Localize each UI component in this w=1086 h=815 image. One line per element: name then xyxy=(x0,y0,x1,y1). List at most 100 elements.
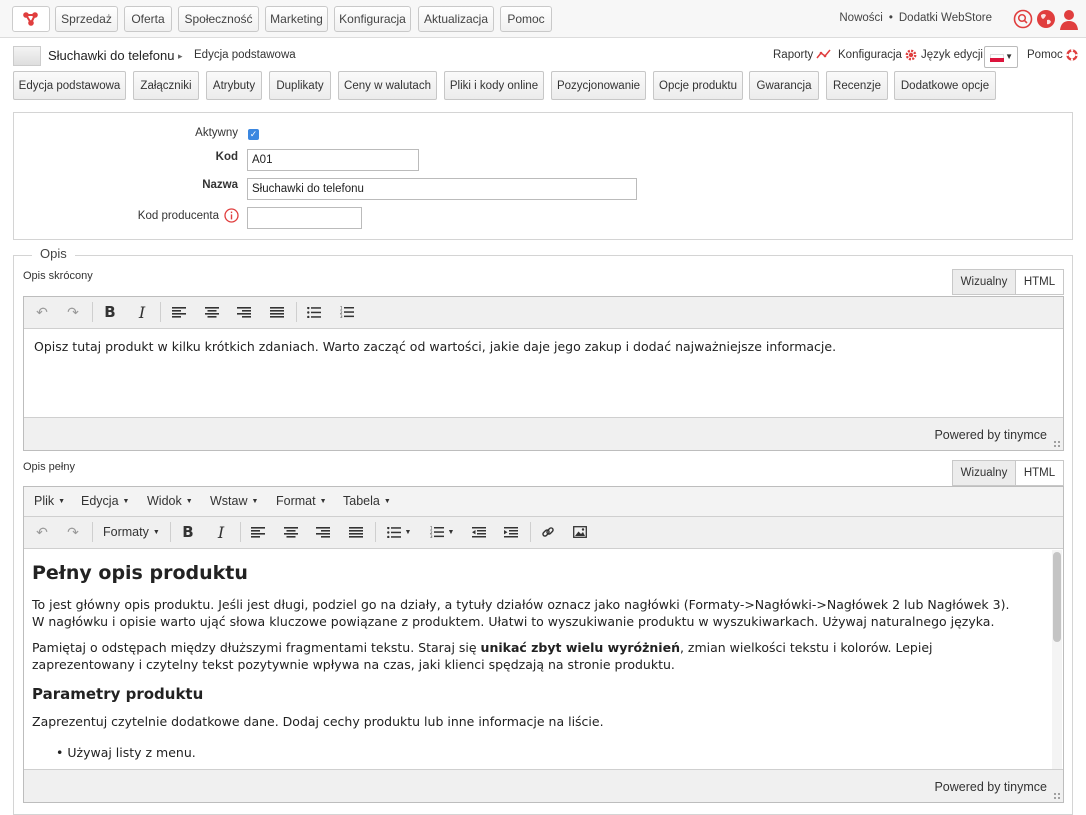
chevron-down-icon: ▼ xyxy=(58,497,66,505)
info-icon[interactable] xyxy=(224,208,239,223)
help-link[interactable]: Pomoc xyxy=(1027,49,1078,61)
align-right-icon[interactable] xyxy=(309,517,337,547)
short-editor-toolbar: ↶ ↷ B I 123 xyxy=(24,297,1063,329)
redo-icon[interactable]: ↷ xyxy=(59,517,87,547)
tab-atrybuty[interactable]: Atrybuty xyxy=(206,71,262,100)
top-navbar: Sprzedaż Oferta Społeczność Marketing Ko… xyxy=(0,0,1086,38)
name-field[interactable] xyxy=(247,178,637,200)
logo-icon xyxy=(22,11,40,27)
menu-plik[interactable]: Plik ▼ xyxy=(34,487,65,515)
outdent-icon[interactable] xyxy=(465,517,493,547)
svg-text:3: 3 xyxy=(340,314,343,318)
image-icon[interactable] xyxy=(566,517,594,547)
active-checkbox[interactable]: ✓ xyxy=(248,129,259,140)
resize-grip-icon[interactable] xyxy=(1053,792,1061,800)
chevron-down-icon: ▼ xyxy=(251,497,259,505)
breadcrumb-arrow-icon: ▸ xyxy=(178,51,183,61)
code-label: Kod xyxy=(215,151,238,163)
nav-pomoc[interactable]: Pomoc xyxy=(500,6,552,32)
nav-aktualizacja[interactable]: Aktualizacja xyxy=(418,6,494,32)
content-paragraph-2: Pamiętaj o odstępach między dłuższymi fr… xyxy=(32,640,933,672)
indent-icon[interactable] xyxy=(497,517,525,547)
short-editor-content[interactable]: Opisz tutaj produkt w kilku krótkich zda… xyxy=(24,330,1063,416)
undo-icon[interactable]: ↶ xyxy=(28,297,56,327)
short-description-text: Opisz tutaj produkt w kilku krótkich zda… xyxy=(34,339,837,354)
search-icon[interactable] xyxy=(1013,9,1033,29)
config-link[interactable]: Konfiguracja xyxy=(838,49,917,61)
help-label: Pomoc xyxy=(1027,49,1063,62)
tab-ceny-w-walutach[interactable]: Ceny w walutach xyxy=(338,71,437,100)
numbered-list-icon[interactable]: 123 xyxy=(333,297,361,327)
addons-link[interactable]: Dodatki WebStore xyxy=(899,12,992,24)
full-editor-content[interactable]: Pełny opis produktu To jest główny opis … xyxy=(24,550,1063,771)
logo-button[interactable] xyxy=(12,6,50,32)
tab-edycja-podstawowa[interactable]: Edycja podstawowa xyxy=(13,71,126,100)
nav-konfiguracja[interactable]: Konfiguracja xyxy=(334,6,411,32)
tab-duplikaty[interactable]: Duplikaty xyxy=(269,71,331,100)
menu-wstaw[interactable]: Wstaw ▼ xyxy=(210,487,258,515)
editor-scrollbar[interactable] xyxy=(1052,550,1062,771)
reports-link[interactable]: Raporty xyxy=(773,49,832,61)
redo-icon[interactable]: ↷ xyxy=(59,297,87,327)
short-visual-tab[interactable]: Wizualny xyxy=(952,269,1016,295)
nav-oferta[interactable]: Oferta xyxy=(124,6,172,32)
full-visual-tab[interactable]: Wizualny xyxy=(952,460,1016,486)
formats-dropdown[interactable]: Formaty ▼ xyxy=(103,517,160,547)
bold-icon[interactable]: B xyxy=(174,517,202,547)
code-field[interactable] xyxy=(247,149,419,171)
tab-opcje-produktu[interactable]: Opcje produktu xyxy=(653,71,743,100)
menu-tabela[interactable]: Tabela ▼ xyxy=(343,487,391,515)
reports-label: Raporty xyxy=(773,49,814,61)
news-link[interactable]: Nowości xyxy=(839,12,882,24)
full-description-editor: Plik ▼ Edycja ▼ Widok ▼ Wstaw ▼ Format ▼ Tabe… xyxy=(23,486,1064,803)
tab-pliki-i-kody[interactable]: Pliki i kody online xyxy=(444,71,544,100)
numbered-list-icon[interactable]: 1 2 3 ▼ xyxy=(422,517,462,547)
language-select[interactable]: ▼ xyxy=(984,46,1018,68)
nav-sprzedaz[interactable]: Sprzedaż xyxy=(55,6,118,32)
align-justify-icon[interactable] xyxy=(342,517,370,547)
name-label: Nazwa xyxy=(202,179,238,191)
menu-edycja[interactable]: Edycja ▼ xyxy=(81,487,129,515)
italic-icon[interactable]: I xyxy=(128,297,156,327)
align-center-icon[interactable] xyxy=(198,297,226,327)
full-html-tab[interactable]: HTML xyxy=(1015,460,1064,486)
powered-by-label: Powered by tinymce xyxy=(934,428,1047,442)
bullet-list-icon[interactable]: ▼ xyxy=(379,517,419,547)
nav-spolecznosc[interactable]: Społeczność xyxy=(178,6,259,32)
producer-code-field[interactable] xyxy=(247,207,362,229)
align-left-icon[interactable] xyxy=(244,517,272,547)
short-html-tab[interactable]: HTML xyxy=(1015,269,1064,295)
lifebuoy-icon xyxy=(1066,49,1078,61)
nav-marketing[interactable]: Marketing xyxy=(265,6,328,32)
user-icon[interactable] xyxy=(1059,9,1079,30)
menu-widok[interactable]: Widok ▼ xyxy=(147,487,193,515)
tab-gwarancja[interactable]: Gwarancja xyxy=(749,71,819,100)
separator: • xyxy=(888,12,893,24)
content-paragraph-1: To jest główny opis produktu. Jeśli jest… xyxy=(32,597,1010,629)
short-editor-statusbar: Powered by tinymce xyxy=(24,417,1063,450)
producer-code-label: Kod producenta xyxy=(137,210,219,222)
undo-icon[interactable]: ↶ xyxy=(28,517,56,547)
globe-icon[interactable] xyxy=(1036,9,1056,29)
content-emphasis: unikać zbyt wielu wyróżnień xyxy=(480,640,680,655)
resize-grip-icon[interactable] xyxy=(1053,440,1061,448)
chevron-down-icon: ▼ xyxy=(319,497,327,505)
align-left-icon[interactable] xyxy=(165,297,193,327)
link-icon[interactable] xyxy=(534,517,562,547)
align-justify-icon[interactable] xyxy=(263,297,291,327)
tab-zalaczniki[interactable]: Załączniki xyxy=(133,71,199,100)
tab-dodatkowe-opcje[interactable]: Dodatkowe opcje xyxy=(894,71,996,100)
tab-pozycjonowanie[interactable]: Pozycjonowanie xyxy=(551,71,646,100)
bullet-list-icon[interactable] xyxy=(300,297,328,327)
powered-by-label: Powered by tinymce xyxy=(934,780,1047,794)
align-center-icon[interactable] xyxy=(277,517,305,547)
scrollbar-thumb[interactable] xyxy=(1053,552,1061,642)
config-label: Konfiguracja xyxy=(838,49,902,62)
tab-recenzje[interactable]: Recenzje xyxy=(826,71,888,100)
bold-icon[interactable]: B xyxy=(96,297,124,327)
align-right-icon[interactable] xyxy=(230,297,258,327)
menu-format[interactable]: Format ▼ xyxy=(276,487,327,515)
chevron-down-icon: ▼ xyxy=(383,497,391,505)
content-subheading: Parametry produktu xyxy=(32,685,204,703)
italic-icon[interactable]: I xyxy=(207,517,235,547)
